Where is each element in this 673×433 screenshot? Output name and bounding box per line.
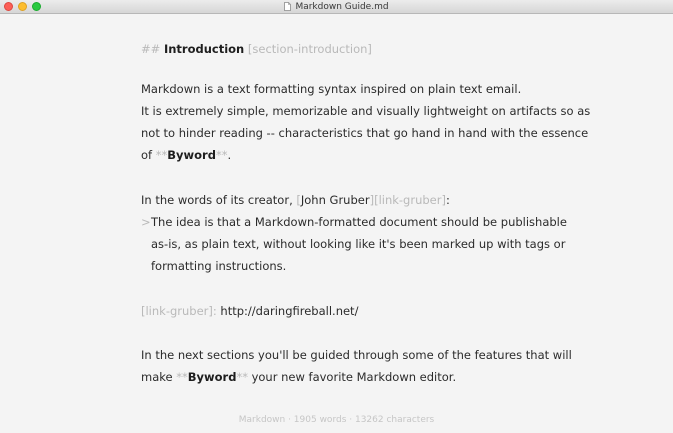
- link-reference: [link-gruber]: [374, 193, 446, 207]
- status-bar: Markdown · 1905 words · 13262 characters: [238, 415, 435, 425]
- bold-text: Byword: [167, 148, 216, 162]
- bold-marker-open: **: [176, 370, 188, 384]
- bold-text: Byword: [187, 370, 237, 384]
- paragraph-text: In the next sections you'll be guided th…: [141, 348, 572, 362]
- title-bar[interactable]: Markdown Guide.md: [0, 0, 673, 14]
- paragraph-text: not to hinder reading -- characteristics…: [141, 126, 589, 140]
- document-icon: [284, 2, 292, 11]
- reference-label: [link-gruber]:: [141, 304, 217, 318]
- paragraph-line: It is extremely simple, memorizable and …: [141, 100, 590, 122]
- heading-line: ## Introduction [section-introduction]: [141, 38, 372, 60]
- paragraph-text: .: [227, 148, 232, 162]
- paragraph-text: your new favorite Markdown editor.: [247, 370, 457, 384]
- paragraph-line: In the next sections you'll be guided th…: [141, 344, 572, 366]
- heading-anchor: [section-introduction]: [247, 42, 372, 56]
- reference-url[interactable]: http://daringfireball.net/: [220, 304, 358, 318]
- paragraph-line: of **Byword**.: [141, 144, 231, 166]
- reference-definition: [link-gruber]: http://daringfireball.net…: [141, 300, 358, 322]
- blockquote-line: formatting instructions.: [151, 255, 286, 277]
- paragraph-text: of: [141, 148, 156, 162]
- window-title: Markdown Guide.md: [295, 1, 389, 12]
- heading-marker: ##: [141, 42, 161, 56]
- blockquote-marker: >: [141, 215, 151, 229]
- paragraph-line: Markdown is a text formatting syntax ins…: [141, 78, 521, 100]
- paragraph-line: not to hinder reading -- characteristics…: [141, 122, 588, 144]
- bold-marker-open: **: [155, 148, 168, 162]
- paragraph-text: :: [445, 193, 450, 207]
- bold-marker-close: **: [236, 370, 248, 384]
- bold-marker-close: **: [215, 148, 228, 162]
- editor-window: Markdown Guide.md ## Introduction [secti…: [0, 0, 673, 433]
- paragraph-text: In the words of its creator,: [141, 193, 297, 207]
- blockquote-text: as-is, as plain text, without looking li…: [151, 237, 566, 251]
- window-title-area: Markdown Guide.md: [0, 0, 673, 13]
- heading-text: Introduction: [163, 42, 245, 56]
- link-text[interactable]: John Gruber: [301, 193, 370, 207]
- blockquote-line: as-is, as plain text, without looking li…: [151, 233, 565, 255]
- blockquote-text: The idea is that a Markdown-formatted do…: [151, 215, 567, 229]
- blockquote-text: formatting instructions.: [151, 259, 287, 273]
- paragraph-line: In the words of its creator, [John Grube…: [141, 189, 450, 211]
- paragraph-text: make: [141, 370, 177, 384]
- paragraph-text: Markdown is a text formatting syntax ins…: [141, 82, 522, 96]
- paragraph-text: It is extremely simple, memorizable and …: [141, 104, 591, 118]
- paragraph-line: make **Byword** your new favorite Markdo…: [141, 366, 456, 388]
